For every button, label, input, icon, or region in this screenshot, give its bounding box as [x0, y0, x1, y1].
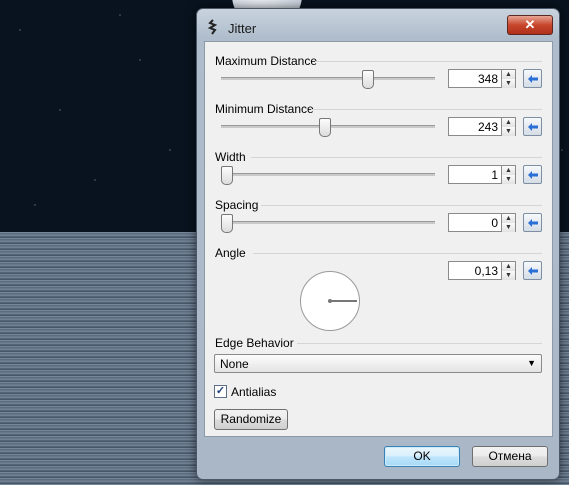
width-spinner[interactable]: ▲ ▼	[502, 165, 516, 184]
spin-down-button[interactable]: ▼	[502, 79, 515, 88]
spacing-slider-track[interactable]	[221, 221, 435, 224]
angle-spinner[interactable]: ▲ ▼	[502, 261, 516, 280]
spacing-input[interactable]: 0	[448, 213, 502, 232]
jitter-app-icon	[207, 19, 218, 35]
angle-input[interactable]: 0,13	[448, 261, 502, 280]
cancel-button[interactable]: Отмена	[472, 446, 548, 467]
spin-down-button[interactable]: ▼	[502, 175, 515, 184]
angle-indicator	[328, 299, 357, 303]
max-distance-slider-thumb[interactable]	[361, 70, 374, 89]
max-distance-reset-button[interactable]	[523, 69, 542, 88]
separator	[261, 205, 542, 206]
separator	[315, 61, 542, 62]
spacing-label: Spacing	[215, 198, 259, 212]
ok-button[interactable]: OK	[384, 446, 460, 467]
angle-reset-button[interactable]	[523, 261, 542, 280]
close-button[interactable]: ✕	[507, 15, 553, 35]
randomize-button[interactable]: Randomize	[214, 409, 288, 430]
jitter-dialog: Jitter ✕ Maximum Distance 348 ▲ ▼ Minimu…	[196, 8, 560, 480]
dialog-title: Jitter	[228, 21, 257, 36]
antialias-label[interactable]: Antialias	[231, 385, 276, 399]
edge-behavior-label: Edge Behavior	[215, 336, 294, 350]
dialog-client-area: Maximum Distance 348 ▲ ▼ Minimum Distanc…	[204, 41, 553, 437]
edge-behavior-dropdown[interactable]: None ▼	[214, 354, 542, 373]
spacing-spinner[interactable]: ▲ ▼	[502, 213, 516, 232]
chevron-down-icon: ▼	[527, 358, 536, 368]
width-slider-track[interactable]	[221, 173, 435, 176]
reset-arrow-icon	[528, 75, 538, 83]
min-distance-slider-thumb[interactable]	[318, 118, 331, 137]
separator	[253, 253, 542, 254]
min-distance-reset-button[interactable]	[523, 117, 542, 136]
width-input[interactable]: 1	[448, 165, 502, 184]
separator	[311, 109, 542, 110]
width-reset-button[interactable]	[523, 165, 542, 184]
min-distance-label: Minimum Distance	[215, 102, 314, 116]
angle-dial[interactable]	[300, 271, 360, 331]
checkmark-icon: ✓	[215, 385, 226, 397]
min-distance-input[interactable]: 243	[448, 117, 502, 136]
separator	[297, 343, 542, 344]
spin-down-button[interactable]: ▼	[502, 271, 515, 280]
reset-arrow-icon	[528, 267, 538, 275]
spin-down-button[interactable]: ▼	[502, 223, 515, 232]
min-distance-spinner[interactable]: ▲ ▼	[502, 117, 516, 136]
reset-arrow-icon	[528, 123, 538, 131]
separator	[251, 157, 542, 158]
edge-behavior-selected: None	[220, 357, 249, 371]
max-distance-label: Maximum Distance	[215, 54, 318, 68]
spacing-slider-thumb[interactable]	[221, 214, 233, 233]
angle-label: Angle	[215, 246, 246, 260]
max-distance-spinner[interactable]: ▲ ▼	[502, 69, 516, 88]
width-slider-thumb[interactable]	[221, 166, 233, 185]
max-distance-slider-track[interactable]	[221, 77, 435, 80]
close-icon: ✕	[524, 17, 536, 32]
reset-arrow-icon	[528, 219, 538, 227]
spin-down-button[interactable]: ▼	[502, 127, 515, 136]
antialias-checkbox[interactable]: ✓	[214, 385, 227, 398]
width-label: Width	[215, 150, 246, 164]
max-distance-input[interactable]: 348	[448, 69, 502, 88]
title-bar[interactable]: Jitter ✕	[197, 9, 559, 43]
spacing-reset-button[interactable]	[523, 213, 542, 232]
reset-arrow-icon	[528, 171, 538, 179]
